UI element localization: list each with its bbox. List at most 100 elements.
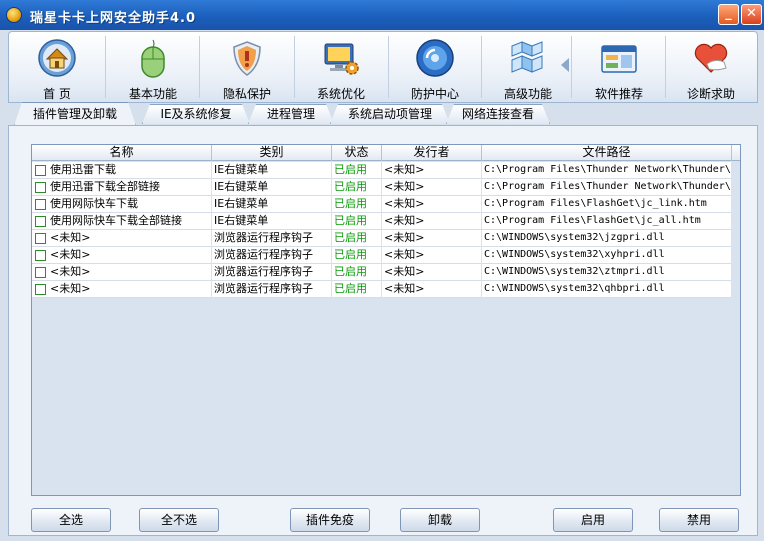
toolbar-optimize[interactable]: 系统优化	[295, 32, 387, 104]
cell-name: 使用网际快车下载全部链接	[48, 213, 212, 230]
cell-publisher: <未知>	[382, 247, 482, 264]
select-none-button[interactable]: 全不选	[139, 508, 219, 532]
home-icon	[37, 38, 77, 78]
toolbar-basic[interactable]: 基本功能	[107, 32, 199, 104]
cell-status: 已启用	[332, 247, 382, 264]
cell-status: 已启用	[332, 196, 382, 213]
tab-strip: 插件管理及卸载 IE及系统修复 进程管理 系统启动项管理 网络连接查看	[8, 102, 758, 126]
select-all-button[interactable]: 全选	[31, 508, 111, 532]
cell-path: C:\WINDOWS\system32\xyhpri.dll	[482, 247, 732, 264]
column-header-path[interactable]: 文件路径	[482, 145, 732, 161]
main-toolbar: 首 页 基本功能 隐私保护 系统优化 防护中心 高级功能 软件推荐 诊断求助	[8, 31, 758, 103]
cell-name: 使用迅雷下载	[48, 162, 212, 179]
toolbar-home[interactable]: 首 页	[11, 32, 103, 104]
cell-publisher: <未知>	[382, 196, 482, 213]
cell-publisher: <未知>	[382, 281, 482, 298]
cell-publisher: <未知>	[382, 230, 482, 247]
monitor-gear-icon	[321, 38, 361, 78]
toolbar-separator	[199, 36, 200, 98]
app-logo-icon	[6, 7, 22, 23]
row-checkbox[interactable]	[35, 165, 46, 176]
enable-button[interactable]: 启用	[553, 508, 633, 532]
cell-publisher: <未知>	[382, 162, 482, 179]
toolbar-help-label: 诊断求助	[686, 87, 735, 101]
toolbar-protection-label: 防护中心	[410, 87, 459, 101]
heart-hand-icon	[691, 38, 731, 78]
toolbar-home-label: 首 页	[43, 87, 71, 101]
content-panel: 名称 类别 状态 发行者 文件路径 使用迅雷下载 IE右键菜单 已启用 <未知> C:\…	[8, 125, 758, 536]
minimize-button[interactable]: _	[718, 4, 739, 25]
cell-category: 浏览器运行程序钩子	[212, 281, 332, 298]
cell-path: C:\Program Files\Thunder Network\Thunder…	[482, 179, 732, 196]
row-checkbox[interactable]	[35, 250, 46, 261]
cell-path: C:\Program Files\FlashGet\jc_link.htm	[482, 196, 732, 213]
cell-status: 已启用	[332, 281, 382, 298]
cell-publisher: <未知>	[382, 179, 482, 196]
row-checkbox[interactable]	[35, 182, 46, 193]
cell-path: C:\WINDOWS\system32\qhbpri.dll	[482, 281, 732, 298]
column-header-name[interactable]: 名称	[32, 145, 212, 161]
cell-path: C:\Program Files\FlashGet\jc_all.htm	[482, 213, 732, 230]
toolbar-optimize-label: 系统优化	[316, 87, 365, 101]
cell-category: 浏览器运行程序钩子	[212, 247, 332, 264]
tab-ie-repair[interactable]: IE及系统修复	[142, 104, 250, 124]
cell-path: C:\WINDOWS\system32\jzgpri.dll	[482, 230, 732, 247]
toolbar-privacy[interactable]: 隐私保护	[201, 32, 293, 104]
row-checkbox[interactable]	[35, 216, 46, 227]
cell-name: 使用迅雷下载全部链接	[48, 179, 212, 196]
table-row[interactable]: <未知> 浏览器运行程序钩子 已启用 <未知> C:\WINDOWS\system32\…	[32, 247, 732, 264]
table-row[interactable]: <未知> 浏览器运行程序钩子 已启用 <未知> C:\WINDOWS\system32\…	[32, 230, 732, 247]
cell-category: 浏览器运行程序钩子	[212, 264, 332, 281]
close-button[interactable]: ✕	[741, 4, 762, 25]
table-row[interactable]: 使用网际快车下载 IE右键菜单 已启用 <未知> C:\Program Files\Fl…	[32, 196, 732, 213]
cell-category: IE右键菜单	[212, 196, 332, 213]
cell-status: 已启用	[332, 179, 382, 196]
table-row[interactable]: <未知> 浏览器运行程序钩子 已启用 <未知> C:\WINDOWS\system32\…	[32, 264, 732, 281]
cell-name: <未知>	[48, 264, 212, 281]
toolbar-help[interactable]: 诊断求助	[665, 32, 757, 104]
cell-category: IE右键菜单	[212, 179, 332, 196]
column-header-status[interactable]: 状态	[332, 145, 382, 161]
tab-startup-management[interactable]: 系统启动项管理	[330, 104, 450, 124]
window-icon	[599, 38, 639, 78]
table-row[interactable]: 使用迅雷下载 IE右键菜单 已启用 <未知> C:\Program Files\Thun…	[32, 162, 732, 179]
toolbar-scroll-left-icon[interactable]	[561, 58, 569, 72]
table-row[interactable]: <未知> 浏览器运行程序钩子 已启用 <未知> C:\WINDOWS\system32\…	[32, 281, 732, 298]
cell-category: IE右键菜单	[212, 213, 332, 230]
cell-name: <未知>	[48, 281, 212, 298]
toolbar-software-label: 软件推荐	[594, 87, 643, 101]
toolbar-separator	[571, 36, 572, 98]
column-header-publisher[interactable]: 发行者	[382, 145, 482, 161]
plugin-immunity-button[interactable]: 插件免疫	[290, 508, 370, 532]
table-row[interactable]: 使用网际快车下载全部链接 IE右键菜单 已启用 <未知> C:\Program File…	[32, 213, 732, 230]
title-bar[interactable]: 瑞星卡卡上网安全助手4.0 _ ✕	[0, 0, 764, 30]
toolbar-software[interactable]: 软件推荐	[573, 32, 665, 104]
cell-name: <未知>	[48, 230, 212, 247]
mouse-icon	[133, 38, 173, 78]
cubes-icon	[508, 38, 548, 78]
row-checkbox[interactable]	[35, 199, 46, 210]
tab-plugin-management[interactable]: 插件管理及卸载	[14, 102, 136, 126]
cell-status: 已启用	[332, 264, 382, 281]
column-header-category[interactable]: 类别	[212, 145, 332, 161]
table-row[interactable]: 使用迅雷下载全部链接 IE右键菜单 已启用 <未知> C:\Program Files\…	[32, 179, 732, 196]
plugin-list[interactable]: 名称 类别 状态 发行者 文件路径 使用迅雷下载 IE右键菜单 已启用 <未知> C:\…	[31, 144, 741, 496]
cell-name: 使用网际快车下载	[48, 196, 212, 213]
shield-icon	[227, 38, 267, 78]
disable-button[interactable]: 禁用	[659, 508, 739, 532]
cell-status: 已启用	[332, 230, 382, 247]
row-checkbox[interactable]	[35, 284, 46, 295]
window-title: 瑞星卡卡上网安全助手4.0	[30, 11, 197, 26]
toolbar-protection[interactable]: 防护中心	[389, 32, 481, 104]
row-checkbox[interactable]	[35, 267, 46, 278]
cell-category: 浏览器运行程序钩子	[212, 230, 332, 247]
row-checkbox[interactable]	[35, 233, 46, 244]
toolbar-basic-label: 基本功能	[128, 87, 177, 101]
cell-publisher: <未知>	[382, 264, 482, 281]
cell-status: 已启用	[332, 162, 382, 179]
tab-process-management[interactable]: 进程管理	[248, 104, 334, 124]
uninstall-button[interactable]: 卸载	[400, 508, 480, 532]
list-header: 名称 类别 状态 发行者 文件路径	[32, 145, 740, 161]
tab-network-connections[interactable]: 网络连接查看	[446, 104, 550, 124]
cell-path: C:\Program Files\Thunder Network\Thunder…	[482, 162, 732, 179]
